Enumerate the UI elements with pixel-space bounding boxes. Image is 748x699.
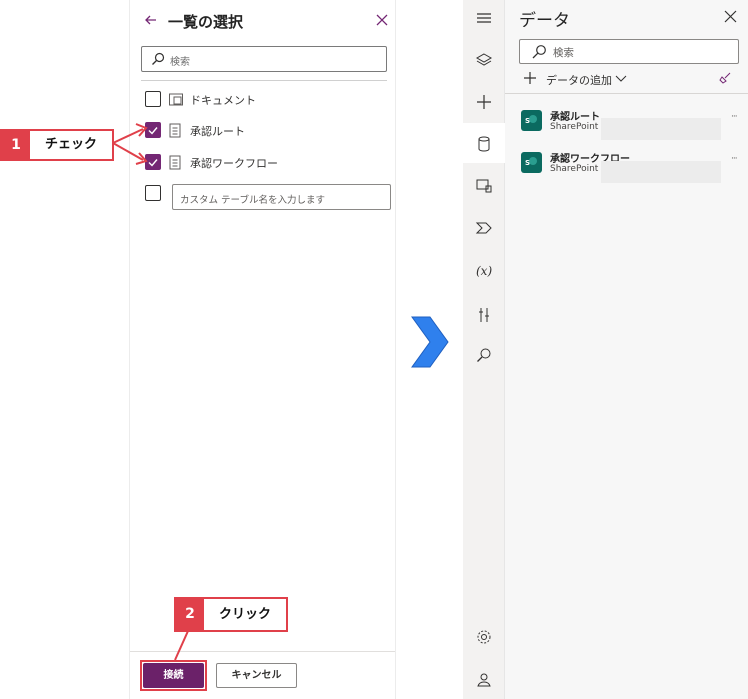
search-icon[interactable] xyxy=(474,345,494,365)
layers-icon[interactable] xyxy=(474,50,494,70)
tools-icon[interactable] xyxy=(474,305,494,325)
close-icon[interactable] xyxy=(724,10,737,23)
callout-pointer-lines xyxy=(112,123,189,661)
settings-gear-icon[interactable] xyxy=(474,627,494,647)
data-source-subtitle: SharePoint - xyxy=(550,164,605,174)
sharepoint-icon: S xyxy=(521,152,542,173)
search-icon xyxy=(531,44,547,60)
callout-click: 2 クリック xyxy=(174,597,288,632)
chevron-down-icon[interactable] xyxy=(615,73,627,83)
more-options-icon[interactable]: ··· xyxy=(731,154,738,164)
callout-check: 1 チェック xyxy=(0,129,114,161)
hamburger-menu-icon[interactable] xyxy=(474,8,494,28)
redacted-site-url xyxy=(601,118,721,140)
broom-clear-icon[interactable] xyxy=(718,71,732,85)
add-data-button[interactable]: データの追加 xyxy=(546,72,612,88)
transition-arrow xyxy=(411,316,449,368)
data-source-name[interactable]: 承認ルート xyxy=(550,108,600,123)
svg-text:(x): (x) xyxy=(476,264,492,278)
callout-number: 1 xyxy=(2,131,30,159)
data-source-subtitle: SharePoint - xyxy=(550,122,605,132)
more-options-icon[interactable]: ··· xyxy=(731,112,738,122)
virtual-agent-icon[interactable] xyxy=(474,670,494,690)
insert-plus-icon[interactable] xyxy=(474,92,494,112)
power-automate-icon[interactable] xyxy=(474,218,494,238)
add-icon[interactable] xyxy=(522,70,538,86)
redacted-site-url xyxy=(601,161,721,183)
media-icon[interactable] xyxy=(474,176,494,196)
data-panel-title: データ xyxy=(519,11,570,31)
data-search-input[interactable]: 検索 xyxy=(519,39,739,64)
left-nav-rail: (x) xyxy=(463,0,505,699)
svg-text:S: S xyxy=(525,159,530,167)
data-panel: データ 検索 データの追加 S 承認ルート SharePoint - ··· S… xyxy=(505,0,748,699)
divider xyxy=(505,93,748,94)
database-icon[interactable] xyxy=(474,134,494,154)
svg-text:S: S xyxy=(525,117,530,125)
callout-number: 2 xyxy=(176,599,204,630)
variables-icon[interactable]: (x) xyxy=(474,260,494,280)
callout-text: チェック xyxy=(44,137,97,152)
search-placeholder: 検索 xyxy=(553,47,574,59)
callout-text: クリック xyxy=(218,607,271,622)
sharepoint-icon: S xyxy=(521,110,542,131)
